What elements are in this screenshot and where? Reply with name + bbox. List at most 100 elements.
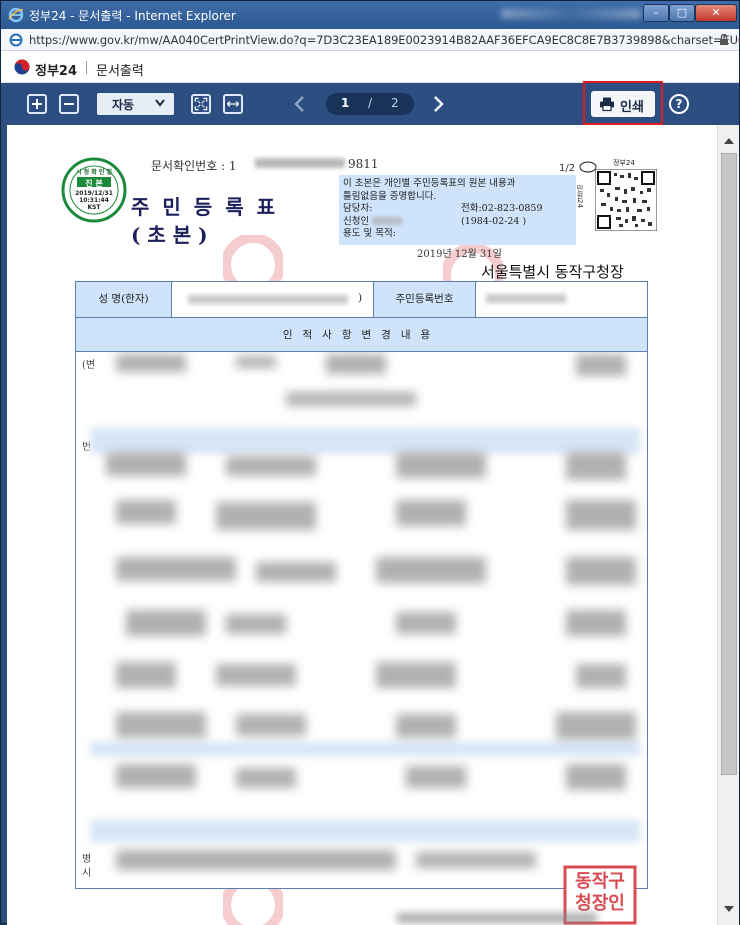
- zoom-value: 자동: [112, 98, 135, 112]
- seal-date: 2019/12/31: [75, 190, 113, 197]
- certification-notice: 이 초본은 개인별 주민등록표의 원본 내용과 틀림없음을 증명합니다. 담당자…: [339, 175, 576, 245]
- chevron-down-icon: [155, 99, 165, 107]
- lock-icon: [720, 34, 728, 45]
- redacted-block: [566, 452, 626, 480]
- internet-explorer-icon: [8, 7, 24, 23]
- total-pages: 2: [391, 96, 399, 110]
- seal-line1: 시 청 확 인 필: [76, 169, 112, 176]
- stamp-line2: 청장인: [575, 893, 625, 914]
- redacted-block: [226, 614, 286, 634]
- officer-phone: 전화:02-823-0859: [461, 203, 543, 214]
- site-brand[interactable]: 정부24: [35, 60, 77, 79]
- minus-icon: [64, 103, 74, 105]
- print-button[interactable]: 인쇄: [591, 91, 655, 117]
- redacted-block: [116, 712, 206, 738]
- cert-number-redacted: [255, 158, 345, 168]
- redacted-block: [106, 452, 186, 476]
- redacted-table-body: (변 번 병 시: [76, 352, 647, 889]
- fit-page-button[interactable]: [191, 94, 211, 114]
- redacted-band: [90, 820, 640, 842]
- browser-window: 정부24 - 문서출력 - Internet Explorer – □ ✕ ht…: [0, 0, 740, 925]
- redacted-block: [396, 612, 456, 634]
- row-label: 시: [82, 868, 92, 879]
- redacted-block: [286, 392, 416, 406]
- page-separator: /: [368, 96, 373, 110]
- maximize-button[interactable]: □: [669, 4, 695, 22]
- applicant-birth: (1984-02-24 ): [461, 215, 527, 227]
- zoom-select[interactable]: 자동: [97, 93, 174, 115]
- issue-date: 2019년 12월 31일: [417, 249, 502, 260]
- redacted-block: [576, 664, 626, 688]
- redacted-block: [376, 557, 486, 583]
- redacted-block: [116, 500, 176, 524]
- help-button[interactable]: ?: [669, 94, 689, 114]
- redacted-block: [116, 850, 396, 870]
- redacted-block: [236, 714, 306, 736]
- page-icon: [9, 33, 23, 47]
- name-label: 성 명(한자): [76, 282, 172, 317]
- qr-brand: 정부24: [613, 159, 635, 167]
- stamp-line1: 동작구: [575, 871, 625, 892]
- applicant-label: 신청인: [343, 215, 370, 227]
- redacted-block: [236, 356, 276, 368]
- redacted-block: [256, 562, 336, 582]
- scroll-up-arrow-icon[interactable]: [721, 133, 737, 149]
- page-fraction: 1/2: [559, 163, 576, 174]
- redacted-block: [226, 456, 316, 476]
- document-viewport[interactable]: 시 청 확 인 필 진 본 2019/12/31 10:31:44 KST 문서…: [7, 125, 717, 925]
- document-page: 시 청 확 인 필 진 본 2019/12/31 10:31:44 KST 문서…: [23, 125, 693, 925]
- current-page[interactable]: 1: [341, 96, 349, 110]
- redacted-band: [90, 428, 640, 454]
- redacted-block: [216, 664, 296, 686]
- zoom-in-button[interactable]: [27, 94, 47, 114]
- previous-page-button[interactable]: [293, 95, 307, 113]
- redacted-block: [116, 764, 196, 788]
- fit-width-button[interactable]: [223, 94, 243, 114]
- officer-label: 담당자:: [343, 203, 373, 214]
- print-label: 인쇄: [620, 100, 644, 115]
- scrollbar-thumb[interactable]: [721, 153, 737, 775]
- redacted-footer: [397, 913, 597, 923]
- qr-code-icon: [595, 169, 657, 231]
- redacted-block: [566, 500, 636, 530]
- notice-line1: 이 초본은 개인별 주민등록표의 원본 내용과: [343, 178, 516, 189]
- redacted-block: [376, 662, 456, 688]
- redacted-block: [216, 502, 316, 530]
- redacted-block: [116, 354, 186, 372]
- close-button[interactable]: ✕: [695, 4, 737, 22]
- cert-number-tail: 9811: [348, 157, 379, 171]
- blurred-tab-strip: [501, 9, 641, 19]
- url-text[interactable]: https://www.gov.kr/mw/AA040CertPrintView…: [29, 33, 740, 47]
- seal-time: 10:31:44: [79, 197, 109, 204]
- scroll-down-arrow-icon[interactable]: [721, 901, 737, 917]
- page-indicator: 1 / 2: [326, 93, 414, 115]
- purpose-label: 용도 및 목적:: [343, 228, 396, 239]
- redacted-block: [576, 354, 626, 376]
- redacted-block: [566, 764, 626, 790]
- redacted-block: [396, 452, 486, 478]
- seal-text: 시 청 확 인 필 진 본 2019/12/31 10:31:44 KST: [61, 157, 127, 223]
- printer-icon: [600, 97, 614, 112]
- help-icon: ?: [675, 97, 683, 111]
- next-page-button[interactable]: [431, 95, 445, 113]
- title-bar: 정부24 - 문서출력 - Internet Explorer – □ ✕: [1, 1, 739, 29]
- qr-side-text: 민원24: [576, 185, 584, 208]
- document-title: 주민등록표: [131, 195, 288, 219]
- redacted-block: [126, 610, 206, 636]
- row-label: (변: [82, 360, 96, 371]
- redacted-band: [90, 742, 640, 756]
- vertical-scrollbar[interactable]: [717, 125, 739, 925]
- zoom-out-button[interactable]: [59, 94, 79, 114]
- page-name: 문서출력: [96, 64, 144, 79]
- applicant-name-redacted: [372, 217, 403, 225]
- redacted-block: [566, 610, 626, 636]
- site-header: 정부24 문서출력: [1, 51, 739, 83]
- address-bar[interactable]: https://www.gov.kr/mw/AA040CertPrintView…: [1, 29, 740, 51]
- redacted-block: [236, 768, 296, 788]
- name-redacted: [188, 295, 348, 304]
- minimize-button[interactable]: –: [643, 4, 669, 22]
- rrn-label: 주민등록번호: [374, 282, 476, 317]
- cert-number-label: 문서확인번호 : 1: [151, 159, 237, 173]
- table-header-row: 성 명(한자) ) 주민등록번호: [76, 282, 647, 318]
- section-header: 인적사항변경내용: [76, 318, 647, 352]
